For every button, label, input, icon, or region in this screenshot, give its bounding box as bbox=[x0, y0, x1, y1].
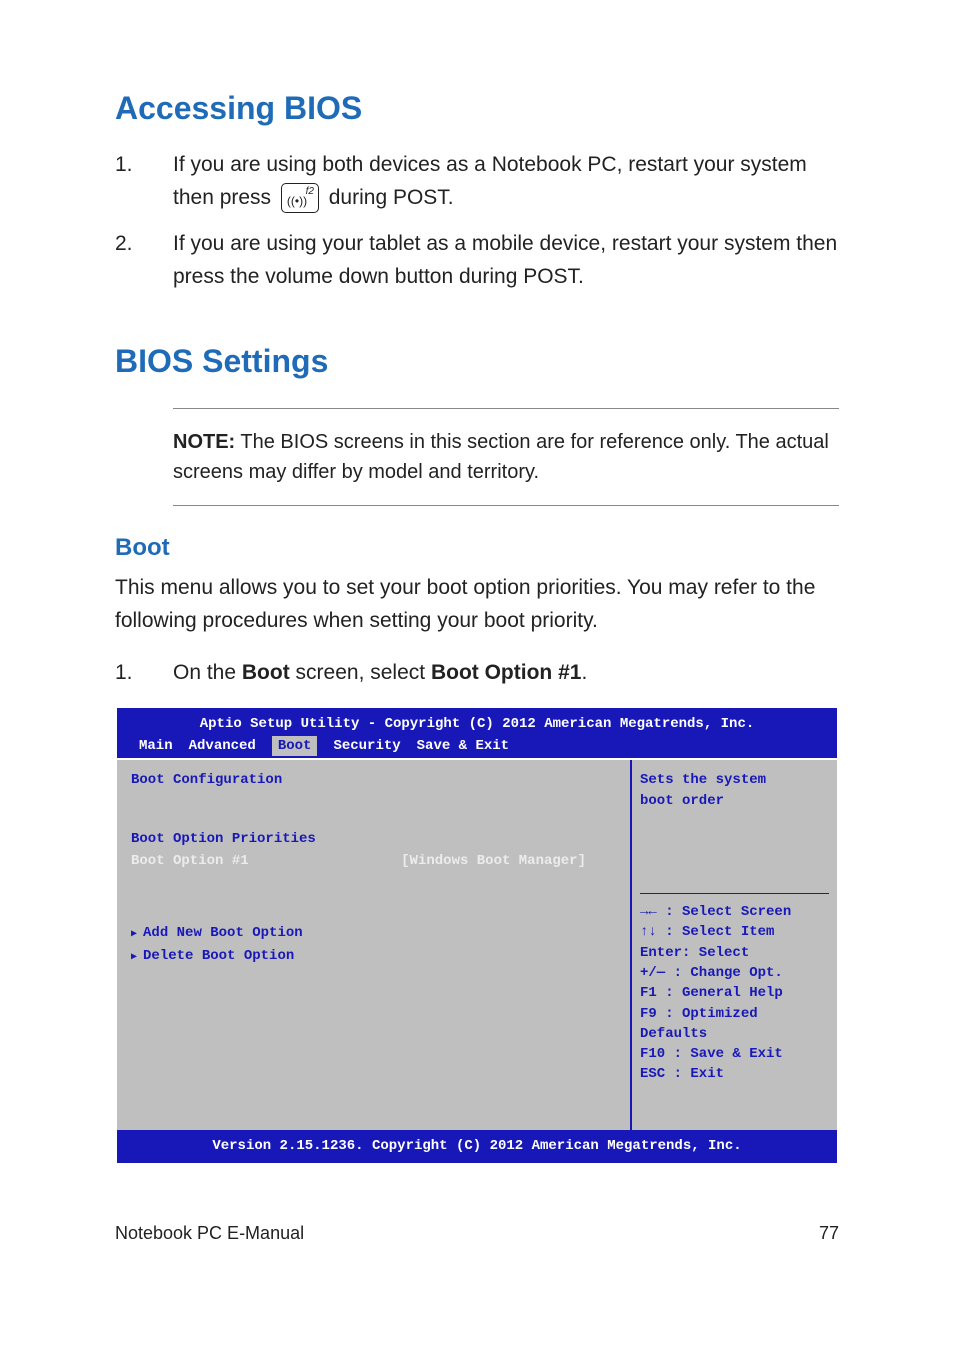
bios-help-f1: F1 : General Help bbox=[640, 983, 829, 1003]
list-body: If you are using your tablet as a mobile… bbox=[173, 228, 839, 293]
bios-header: Aptio Setup Utility - Copyright (C) 2012… bbox=[117, 708, 837, 734]
bios-tabs: Main Advanced Boot Security Save & Exit bbox=[117, 734, 837, 758]
bios-help-arrows: →← : Select Screen bbox=[640, 902, 829, 922]
bold-boot: Boot bbox=[242, 661, 290, 684]
list-item-boot-1: 1. On the Boot screen, select Boot Optio… bbox=[115, 657, 839, 690]
note-box: NOTE: The BIOS screens in this section a… bbox=[173, 408, 839, 506]
bios-add-label: Add New Boot Option bbox=[143, 925, 303, 941]
bios-tab-save: Save & Exit bbox=[417, 736, 509, 756]
bios-tab-boot-active: Boot bbox=[272, 736, 318, 756]
bios-delete-boot-option: Delete Boot Option bbox=[131, 946, 616, 966]
bios-boot-priorities: Boot Option Priorities bbox=[131, 829, 616, 849]
text-fragment: screen, select bbox=[290, 661, 431, 684]
bios-opt1-label: Boot Option #1 bbox=[131, 851, 249, 871]
bios-body: Boot Configuration Boot Option Prioritie… bbox=[117, 758, 837, 1130]
text-fragment: On the bbox=[173, 661, 242, 684]
list-body: On the Boot screen, select Boot Option #… bbox=[173, 657, 839, 690]
list-number: 1. bbox=[115, 657, 173, 690]
list-body: If you are using both devices as a Noteb… bbox=[173, 149, 839, 214]
bios-right-pane: Sets the system boot order →← : Select S… bbox=[632, 760, 837, 1130]
bios-desc2: boot order bbox=[640, 791, 829, 811]
bios-boot-config: Boot Configuration bbox=[131, 770, 616, 790]
f2-key-icon: f2 ((•)) bbox=[281, 183, 319, 213]
note-label: NOTE: bbox=[173, 431, 235, 453]
heading-bios-settings: BIOS Settings bbox=[115, 343, 839, 380]
note-text: The BIOS screens in this section are for… bbox=[173, 431, 829, 483]
heading-accessing-bios: Accessing BIOS bbox=[115, 90, 839, 127]
footer-page-number: 77 bbox=[819, 1223, 839, 1244]
text-fragment: If you are using both devices as a Noteb… bbox=[173, 153, 807, 209]
bold-boot-option: Boot Option #1 bbox=[431, 661, 582, 684]
list-number: 2. bbox=[115, 228, 173, 293]
bios-screenshot: Aptio Setup Utility - Copyright (C) 2012… bbox=[117, 708, 837, 1163]
footer-left: Notebook PC E-Manual bbox=[115, 1223, 304, 1244]
page-footer: Notebook PC E-Manual 77 bbox=[115, 1223, 839, 1244]
list-item-1: 1. If you are using both devices as a No… bbox=[115, 149, 839, 214]
bios-boot-option-1: Boot Option #1 [Windows Boot Manager] bbox=[131, 851, 616, 871]
bios-opt1-value: [Windows Boot Manager] bbox=[401, 851, 586, 871]
bios-del-label: Delete Boot Option bbox=[143, 948, 294, 964]
text-fragment: . bbox=[581, 661, 587, 684]
bios-add-boot-option: Add New Boot Option bbox=[131, 923, 616, 943]
bios-tab-advanced: Advanced bbox=[189, 736, 256, 756]
bios-help-updown: ↑↓ : Select Item bbox=[640, 922, 829, 942]
page-content: Accessing BIOS 1. If you are using both … bbox=[0, 0, 954, 1284]
bios-help-enter: Enter: Select bbox=[640, 943, 829, 963]
boot-paragraph: This menu allows you to set your boot op… bbox=[115, 572, 839, 637]
bios-help-f10: F10 : Save & Exit bbox=[640, 1044, 829, 1064]
bios-divider bbox=[640, 893, 829, 894]
bios-footer: Version 2.15.1236. Copyright (C) 2012 Am… bbox=[117, 1130, 837, 1162]
bios-tab-main: Main bbox=[139, 736, 173, 756]
bios-help-esc: ESC : Exit bbox=[640, 1064, 829, 1084]
bios-desc1: Sets the system bbox=[640, 770, 829, 790]
bios-left-pane: Boot Configuration Boot Option Prioritie… bbox=[117, 760, 632, 1130]
key-wave-icon: ((•)) bbox=[287, 192, 307, 211]
bios-help-f9: F9 : Optimized Defaults bbox=[640, 1004, 829, 1045]
heading-boot: Boot bbox=[115, 534, 839, 562]
list-number: 1. bbox=[115, 149, 173, 214]
text-fragment: during POST. bbox=[329, 186, 454, 209]
list-item-2: 2. If you are using your tablet as a mob… bbox=[115, 228, 839, 293]
bios-help-plusminus: +/— : Change Opt. bbox=[640, 963, 829, 983]
bios-tab-security: Security bbox=[333, 736, 400, 756]
